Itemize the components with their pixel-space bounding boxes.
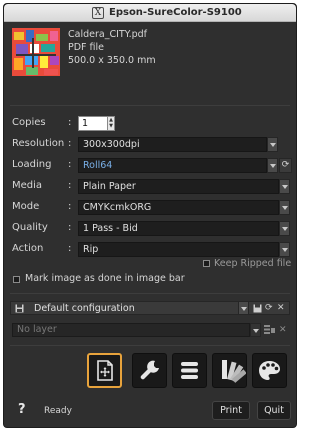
divider <box>10 293 290 294</box>
colon: : <box>68 159 72 170</box>
colon: : <box>68 201 72 212</box>
mark-done-checkbox[interactable] <box>13 276 20 283</box>
window-title: Epson-SureColor-S9100 <box>109 7 242 18</box>
copies-input[interactable]: 1 <box>78 116 108 131</box>
layout-tool-button[interactable] <box>87 353 122 388</box>
refresh-icon[interactable]: ⟳ <box>279 158 292 173</box>
chevron-down-icon[interactable] <box>279 179 290 194</box>
chevron-down-icon[interactable] <box>238 301 249 315</box>
file-name: Caldera_CITY.pdf <box>68 29 147 40</box>
colon: : <box>68 222 72 233</box>
chevron-down-icon[interactable] <box>267 158 278 173</box>
colon: : <box>68 138 72 149</box>
list-tool-button[interactable] <box>172 353 207 388</box>
refresh-icon[interactable]: ⟳ <box>265 303 273 313</box>
palette-icon <box>259 361 280 380</box>
x-app-icon: X <box>92 7 104 19</box>
loading-label: Loading <box>12 159 52 170</box>
resolution-select[interactable]: 300x300dpi <box>78 137 267 152</box>
mode-select[interactable]: CMYKcmkORG <box>78 200 279 215</box>
media-select[interactable]: Plain Paper <box>78 179 279 194</box>
swatches-tool-button[interactable] <box>212 353 247 388</box>
resolution-label: Resolution <box>12 138 65 149</box>
stepper-down-icon[interactable]: ▼ <box>108 123 114 129</box>
quality-select[interactable]: 1 Pass - Bid <box>78 221 279 236</box>
chevron-down-icon[interactable] <box>279 200 290 215</box>
action-label: Action <box>12 243 44 254</box>
stack-icon <box>181 362 198 379</box>
colon: : <box>68 180 72 191</box>
file-type: PDF file <box>68 42 104 53</box>
close-icon[interactable]: ✕ <box>279 325 287 335</box>
save-disk-icon[interactable] <box>15 304 24 316</box>
divider <box>10 345 290 346</box>
loading-select[interactable]: Roll64 <box>78 158 267 173</box>
copies-stepper[interactable]: ▲ ▼ <box>107 116 115 131</box>
page-move-icon <box>97 360 113 381</box>
quality-label: Quality <box>12 222 48 233</box>
close-icon[interactable]: ✕ <box>277 303 285 313</box>
chevron-down-icon[interactable] <box>279 242 290 257</box>
chevron-down-icon[interactable] <box>250 323 261 337</box>
status-text: Ready <box>44 406 72 416</box>
divider <box>10 105 290 106</box>
file-dimensions: 500.0 x 350.0 mm <box>68 55 156 66</box>
action-select[interactable]: Rip <box>78 242 279 257</box>
copies-label: Copies <box>12 117 46 128</box>
chevron-down-icon[interactable] <box>279 221 290 236</box>
chevron-down-icon[interactable] <box>267 137 278 152</box>
palette-tool-button[interactable] <box>252 353 287 388</box>
layer-select[interactable]: No layer <box>12 323 250 337</box>
layer-list-icon[interactable] <box>264 325 275 337</box>
swatches-icon <box>222 360 247 383</box>
colon: : <box>68 243 72 254</box>
wrench-icon <box>140 360 159 380</box>
save-icon[interactable] <box>253 304 262 316</box>
media-label: Media <box>12 180 43 191</box>
quit-button[interactable]: Quit <box>257 401 291 420</box>
colon: : <box>68 117 72 128</box>
mode-label: Mode <box>12 201 40 212</box>
print-button[interactable]: Print <box>212 401 250 420</box>
configuration-name[interactable]: Default configuration <box>34 303 135 314</box>
keep-ripped-label: Keep Ripped file <box>214 258 292 269</box>
title-bar[interactable]: X Epson-SureColor-S9100 <box>4 4 296 22</box>
settings-tool-button[interactable] <box>132 353 167 388</box>
keep-ripped-checkbox[interactable] <box>203 260 210 267</box>
help-icon[interactable]: ? <box>18 402 26 417</box>
file-thumbnail <box>12 28 60 76</box>
mark-done-label: Mark image as done in image bar <box>25 273 185 284</box>
print-settings-window: X Epson-SureColor-S9100 Caldera_CITY.pdf… <box>3 3 297 428</box>
